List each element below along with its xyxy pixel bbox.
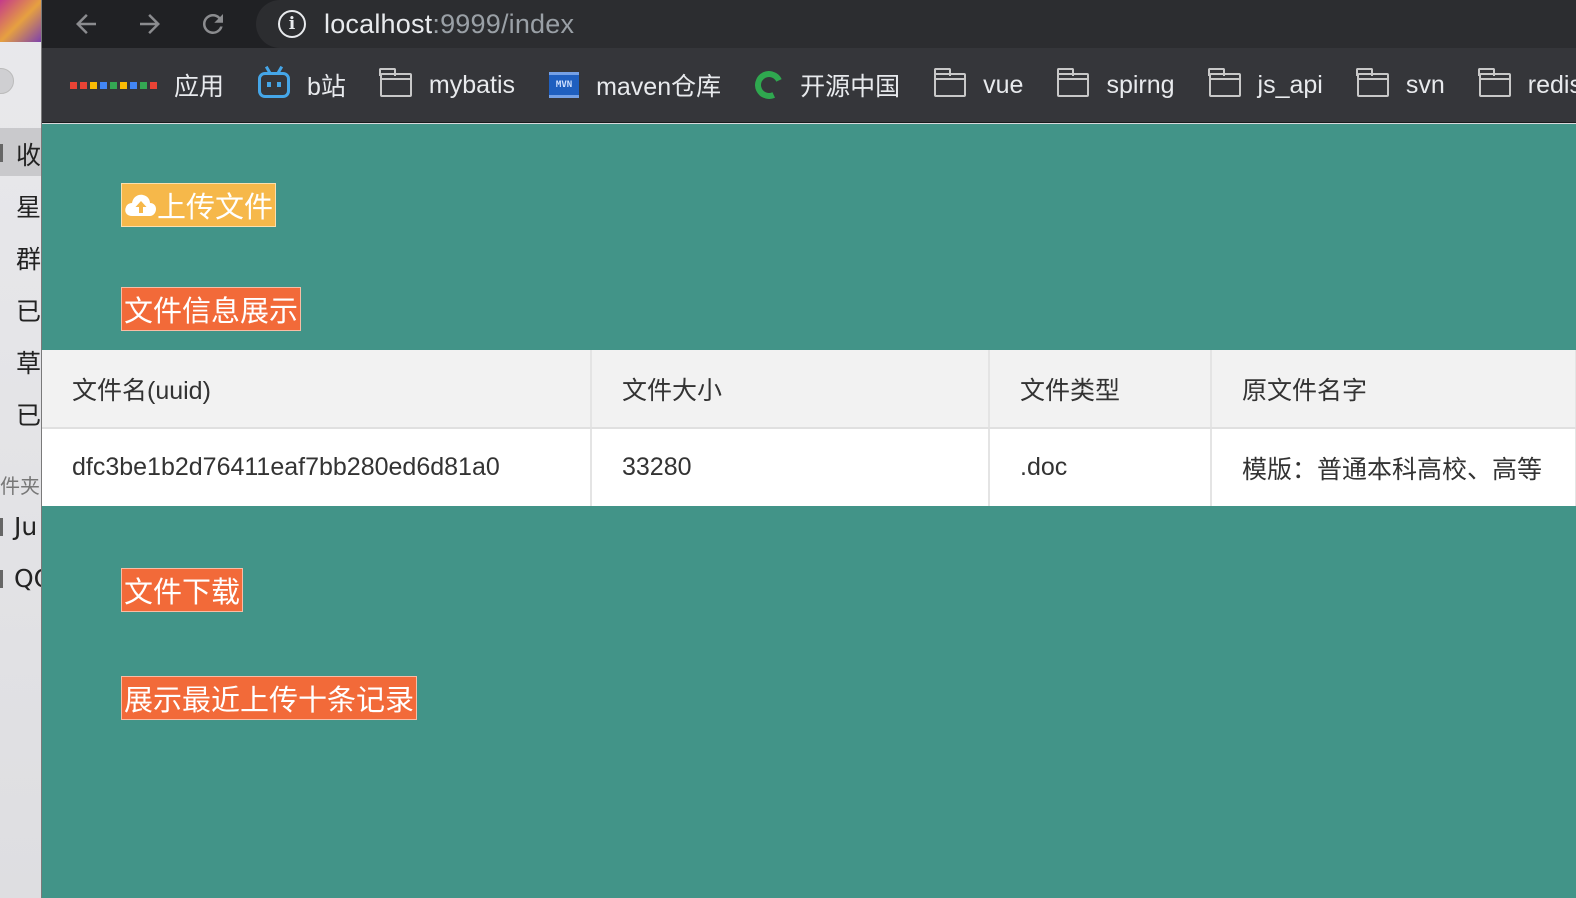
file-download-button[interactable]: 文件下载	[121, 568, 244, 612]
bookmark-label: svn	[1405, 70, 1445, 99]
sidebar-section-label: 件夹	[0, 474, 40, 498]
bookmark-label: maven仓库	[596, 73, 722, 101]
bookmark-label: js_api	[1257, 70, 1323, 99]
reload-button[interactable]	[195, 6, 231, 42]
back-arrow-icon	[76, 14, 96, 34]
bookmark-label: spirng	[1106, 70, 1175, 99]
url-text[interactable]: localhost:9999/index	[324, 9, 574, 40]
file-info-table: 文件名(uuid) 文件大小 文件类型 原文件名字 dfc3be1b2d7641…	[42, 350, 1576, 506]
bookmarks-bar: 应用 b站 mybatis MVN maven仓库 开源中国 vue spirn…	[42, 48, 1576, 123]
background-app-sidebar: 收 星 群 已 草 已 件夹 Ju QQ	[0, 0, 42, 898]
bookmark-folder-redis[interactable]: redis	[1478, 68, 1576, 100]
bookmark-folder-spirng[interactable]: spirng	[1056, 68, 1175, 100]
sidebar-item[interactable]: QQ	[14, 564, 41, 593]
forward-button[interactable]	[132, 6, 168, 42]
sidebar-item[interactable]: 已	[16, 396, 41, 432]
bookmark-label: mybatis	[428, 70, 516, 99]
reload-icon	[202, 13, 223, 34]
cell-uuid: dfc3be1b2d76411eaf7bb280ed6d81a0	[42, 428, 592, 506]
folder-icon	[933, 68, 967, 97]
sidebar-item[interactable]: 已	[16, 292, 41, 328]
sidebar-item[interactable]: 星	[16, 188, 41, 224]
bookmark-label: 应用	[174, 73, 225, 101]
folder-icon	[1208, 68, 1241, 97]
bookmark-maven[interactable]: MVN maven仓库	[549, 67, 721, 103]
sidebar-item[interactable]: 群	[16, 240, 41, 276]
table-row[interactable]: dfc3be1b2d76411eaf7bb280ed6d81a0 33280 .…	[42, 428, 1576, 506]
sidebar-item[interactable]: 收	[16, 136, 41, 172]
column-header-uuid: 文件名(uuid)	[42, 350, 592, 429]
upload-file-button[interactable]: 上传文件	[121, 183, 277, 227]
bookmark-folder-vue[interactable]: vue	[933, 68, 1024, 100]
column-header-type: 文件类型	[989, 350, 1212, 429]
recent-uploads-button[interactable]: 展示最近上传十条记录	[121, 676, 418, 720]
oschina-icon	[751, 67, 788, 103]
bookmark-folder-mybatis[interactable]: mybatis	[379, 68, 516, 100]
folder-icon	[1056, 68, 1090, 97]
upload-file-label: 上传文件	[157, 190, 274, 224]
table-header-row: 文件名(uuid) 文件大小 文件类型 原文件名字	[42, 350, 1576, 429]
sidebar-item[interactable]: 草	[16, 344, 41, 380]
url-path: :9999/index	[432, 8, 575, 39]
bookmark-bilibili[interactable]: b站	[258, 65, 346, 103]
back-button[interactable]	[68, 6, 104, 42]
cell-type: .doc	[989, 428, 1212, 506]
bookmark-label: b站	[307, 73, 346, 101]
folder-icon	[1356, 68, 1389, 97]
file-info-label: 文件信息展示	[124, 294, 299, 328]
maven-icon: MVN	[549, 72, 580, 98]
bookmark-folder-svn[interactable]: svn	[1356, 68, 1445, 100]
file-download-label: 文件下载	[124, 575, 241, 609]
column-header-original-name: 原文件名字	[1211, 350, 1576, 429]
bookmark-apps[interactable]: 应用	[70, 67, 224, 103]
bookmark-label: vue	[983, 70, 1024, 99]
bookmark-folder-js-api[interactable]: js_api	[1208, 68, 1323, 100]
window-control	[0, 68, 14, 94]
bookmark-oschina[interactable]: 开源中国	[751, 67, 901, 103]
folder-icon	[1478, 68, 1511, 97]
cloud-upload-icon	[125, 194, 156, 216]
app-icon-gradient	[0, 0, 41, 42]
folder-icon	[379, 68, 412, 97]
bilibili-icon	[258, 65, 291, 98]
sidebar-item[interactable]: Ju	[14, 512, 37, 541]
url-host: localhost	[324, 8, 433, 39]
page-content: 上传文件 文件信息展示 文件名(uuid) 文件大小 文件类型 原文件名字 df…	[42, 124, 1576, 898]
bookmark-label: 开源中国	[800, 73, 901, 101]
file-info-button[interactable]: 文件信息展示	[121, 287, 302, 331]
browser-window: i localhost:9999/index 应用 b站 mybatis MVN…	[42, 0, 1576, 898]
browser-toolbar: i localhost:9999/index	[42, 0, 1576, 48]
site-info-icon[interactable]: i	[278, 10, 306, 38]
forward-arrow-icon	[140, 14, 160, 34]
recent-uploads-label: 展示最近上传十条记录	[124, 683, 415, 717]
cell-original-name: 模版：普通本科高校、高等	[1211, 428, 1576, 506]
apps-grid-icon	[70, 81, 157, 89]
address-bar[interactable]: i localhost:9999/index	[256, 0, 1576, 48]
bookmark-label: redis	[1527, 70, 1576, 99]
cell-size: 33280	[591, 428, 990, 506]
column-header-size: 文件大小	[591, 350, 990, 429]
